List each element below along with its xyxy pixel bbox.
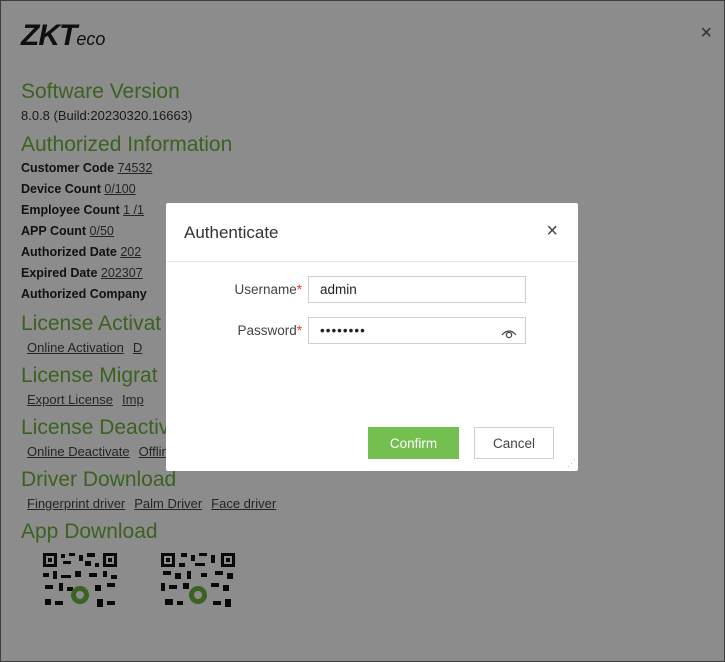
cancel-button[interactable]: Cancel bbox=[474, 427, 554, 459]
required-mark: * bbox=[296, 282, 302, 297]
password-label-text: Password bbox=[237, 323, 297, 338]
eye-icon[interactable] bbox=[501, 323, 517, 348]
required-mark: * bbox=[296, 323, 302, 338]
password-label: Password* bbox=[172, 323, 302, 338]
authenticate-dialog: Authenticate × Username* admin Password*… bbox=[166, 203, 578, 471]
confirm-button[interactable]: Confirm bbox=[368, 427, 459, 459]
username-input[interactable]: admin bbox=[308, 276, 526, 303]
dialog-divider bbox=[166, 261, 578, 262]
username-label: Username* bbox=[172, 282, 302, 297]
password-value: •••••••• bbox=[320, 323, 366, 338]
dialog-title: Authenticate bbox=[184, 223, 279, 242]
username-label-text: Username bbox=[234, 282, 297, 297]
resize-grip-icon[interactable]: ⋰ bbox=[567, 458, 576, 469]
close-icon[interactable]: × bbox=[546, 221, 558, 241]
password-input[interactable]: •••••••• bbox=[308, 317, 526, 344]
